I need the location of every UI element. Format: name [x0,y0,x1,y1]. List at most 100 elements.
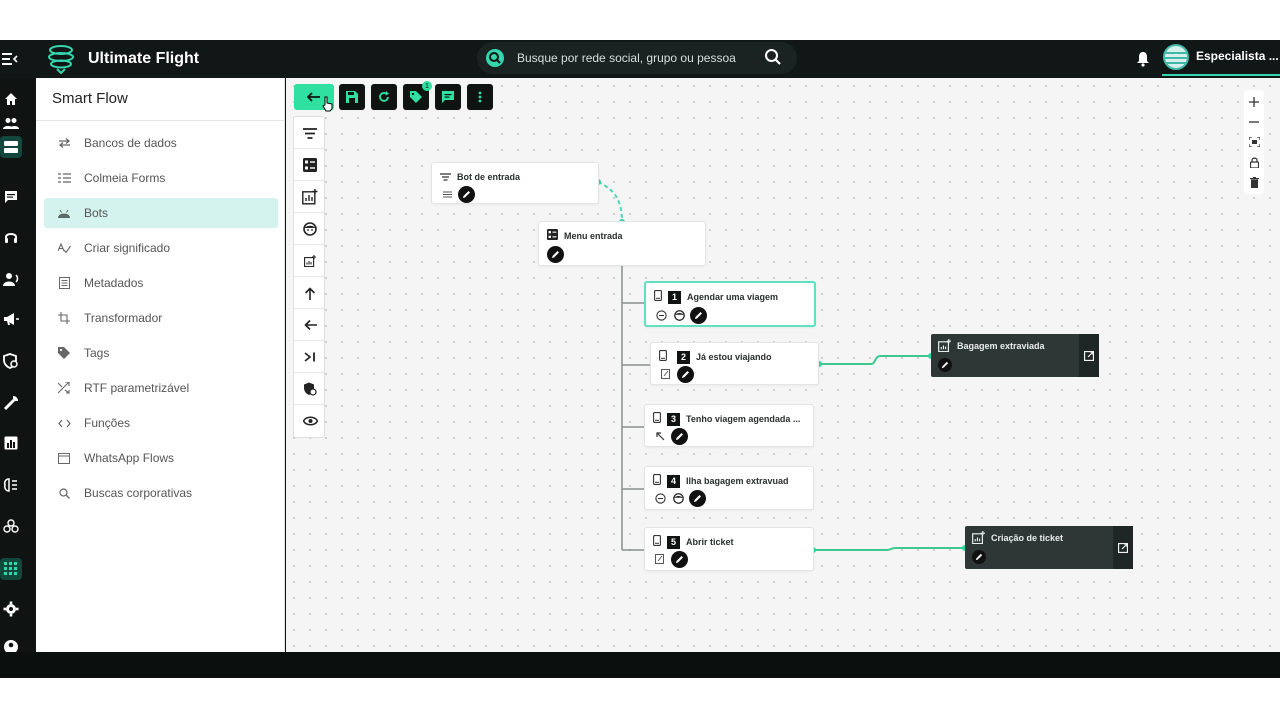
sidebar-item-bots[interactable]: Bots [44,198,278,228]
code-icon [57,416,71,430]
sidebar-item-metadados[interactable]: Metadados [44,268,278,298]
edit-button[interactable] [689,489,706,507]
connector-option5-to-ticket [813,547,965,551]
edit-button[interactable] [938,358,952,372]
network-icon[interactable] [2,518,20,536]
node-option-2[interactable]: 2 Já estou viajando [650,342,819,385]
chat-icon[interactable] [2,188,20,206]
refresh-button[interactable] [371,84,397,110]
sidebar-item-buscas-corporativas[interactable]: Buscas corporativas [44,478,278,508]
edit-button[interactable] [671,427,688,445]
node-option-5[interactable]: 5 Abrir ticket [644,527,814,571]
more-options-button[interactable] [467,84,493,110]
home-icon[interactable] [2,90,20,108]
edit-button[interactable] [677,365,694,383]
edit-button[interactable] [458,185,475,203]
chart-add-small-icon[interactable] [301,252,319,270]
node-title: Bot de entrada [457,172,521,182]
sidebar-item-label: RTF parametrizável [84,381,190,395]
open-external-icon[interactable] [1113,526,1133,569]
node-title: Ilha bagagem extravuad [686,476,789,486]
notification-bell-icon[interactable] [1136,46,1154,70]
headset-icon[interactable] [2,228,20,246]
edit-button[interactable] [690,306,707,324]
sidebar-item-colmeia-forms[interactable]: Colmeia Forms [44,163,278,193]
fit-screen-icon[interactable] [1246,134,1262,150]
sidebar-item-funcoes[interactable]: Funções [44,408,278,438]
chart-add-small-icon [972,531,986,545]
shield-add-icon[interactable] [301,380,319,398]
comments-button[interactable] [435,84,461,110]
node-title: Criação de ticket [991,533,1064,543]
avatar[interactable] [1163,44,1189,70]
bot-face-icon[interactable] [671,491,685,505]
wrench-icon[interactable] [2,394,20,412]
android-icon [57,206,71,220]
node-title: Já estou viajando [696,352,772,362]
edit-note-icon[interactable] [653,552,667,566]
phone-icon [654,288,662,306]
node-option-3[interactable]: 3 Tenho viagem agendada ... [644,404,814,447]
users-icon[interactable] [2,114,20,132]
menu-collapse-icon[interactable] [0,46,20,72]
node-bot-de-entrada[interactable]: Bot de entrada [431,162,599,204]
skip-next-icon[interactable] [301,348,319,366]
node-menu-entrada[interactable]: Menu entrada [538,221,706,266]
edit-button[interactable] [972,550,986,564]
minus-circle-icon[interactable] [653,491,667,505]
sidebar-title: Smart Flow [52,90,128,107]
node-title: Bagagem extraviada [957,341,1045,351]
trash-icon[interactable] [1246,174,1262,190]
save-button[interactable] [339,84,365,110]
filter-icon[interactable] [301,124,319,142]
sidebar-item-bancos-de-dados[interactable]: Bancos de dados [44,128,278,158]
arrow-left-icon[interactable] [301,316,319,334]
arrow-up-icon[interactable] [301,284,319,302]
flow-canvas[interactable]: 1 Bot de entrada Menu entrada 1 Agendar … [286,78,1280,652]
menu-node-icon[interactable] [301,156,319,174]
open-external-icon[interactable] [1079,334,1099,377]
add-chart-icon[interactable] [301,188,319,206]
sidebar-item-transformador[interactable]: Transformador [44,303,278,333]
dashboard-icon[interactable] [2,138,20,156]
edit-button[interactable] [671,550,688,568]
search-bar[interactable] [477,42,797,74]
reports-icon[interactable] [2,434,20,452]
chart-add-small-icon [938,339,952,353]
smart-flow-icon[interactable] [2,560,20,578]
document-list-icon [57,276,71,290]
shuffle-icon [57,381,71,395]
search-icon[interactable] [764,48,784,68]
settings-icon[interactable] [2,600,20,618]
node-criacao-de-ticket[interactable]: Criação de ticket [965,526,1133,569]
lock-icon[interactable] [1246,154,1262,170]
eye-icon[interactable] [301,412,319,430]
node-option-1[interactable]: 1 Agendar uma viagem [644,281,816,327]
node-title: Tenho viagem agendada ... [686,414,801,424]
sidebar-item-tags[interactable]: Tags [44,338,278,368]
zoom-in-icon[interactable] [1246,94,1262,110]
megaphone-icon[interactable] [2,310,20,328]
search-input[interactable] [517,48,757,68]
sidebar-item-whatsapp-flows[interactable]: WhatsApp Flows [44,443,278,473]
user-name[interactable]: Especialista ... [1196,47,1279,65]
sidebar-item-criar-significado[interactable]: Criar significado [44,233,278,263]
bot-face-icon[interactable] [672,308,686,322]
phone-icon [659,348,667,366]
settings-list-icon[interactable] [440,187,454,201]
node-bagagem-extraviada[interactable]: Bagagem extraviada [931,334,1099,377]
edit-note-icon[interactable] [659,367,673,381]
node-option-4[interactable]: 4 Ilha bagagem extravuad [644,466,814,510]
minus-circle-icon[interactable] [654,308,668,322]
edit-button[interactable] [547,245,564,263]
zoom-out-icon[interactable] [1246,114,1262,130]
option-number: 2 [677,350,690,364]
user-underline [1162,74,1280,76]
agent-icon[interactable] [2,270,20,288]
phone-icon [653,472,661,490]
brain-icon[interactable] [2,476,20,494]
bot-face-icon[interactable] [301,220,319,238]
sidebar-item-rtf-parametrizavel[interactable]: RTF parametrizável [44,373,278,403]
arrow-up-left-icon[interactable] [653,429,667,443]
security-icon[interactable] [2,352,20,370]
